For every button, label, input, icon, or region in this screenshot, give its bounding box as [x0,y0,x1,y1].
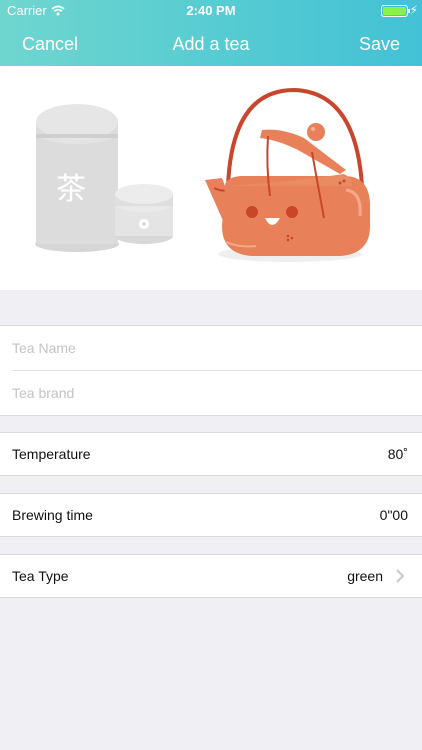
brewing-time-label: Brewing time [12,507,93,523]
brewing-time-value: 0"00 [379,507,408,523]
tea-type-label: Tea Type [12,568,69,584]
tea-info-group [0,325,422,416]
temperature-row[interactable]: Temperature 80˚ [0,432,422,476]
navigation-bar: Cancel Add a tea Save [0,22,422,66]
battery-icon [381,5,408,17]
tea-brand-input[interactable] [12,371,422,415]
small-tin-icon [115,184,173,244]
temperature-label: Temperature [12,446,91,462]
chevron-right-icon [396,569,405,588]
teapot-icon [205,87,370,262]
tin-glyph: 茶 [56,172,86,207]
status-time: 2:40 PM [186,3,236,18]
charging-icon: ⚡ [409,3,418,17]
screen: Carrier 2:40 PM ⚡ Cancel Add a tea Save [0,0,422,750]
header-bar: Carrier 2:40 PM ⚡ Cancel Add a tea Save [0,0,422,66]
temperature-value: 80˚ [387,446,408,462]
tea-tin-icon: 茶 [35,104,119,252]
hero-illustration: 茶 [0,66,422,290]
tea-type-row[interactable]: Tea Type green [0,554,422,598]
status-bar: Carrier 2:40 PM ⚡ [0,0,422,22]
save-button[interactable]: Save [359,34,400,55]
tea-type-value: green [347,568,383,584]
tea-name-input[interactable] [12,326,422,370]
brewing-time-row[interactable]: Brewing time 0"00 [0,493,422,537]
